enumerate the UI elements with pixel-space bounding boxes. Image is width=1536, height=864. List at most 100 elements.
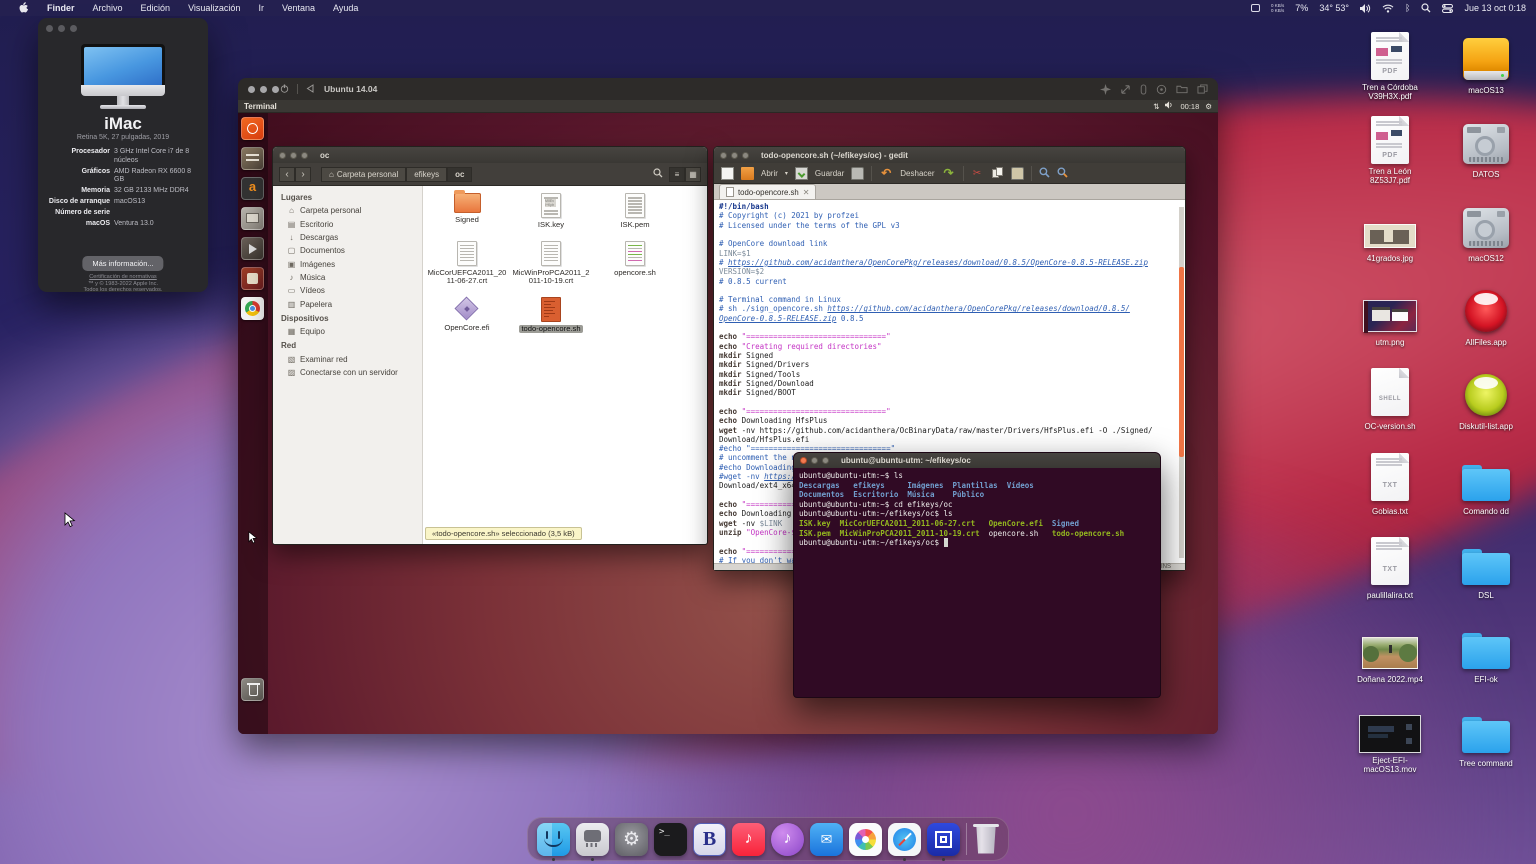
launcher-trash-icon[interactable]	[241, 678, 264, 701]
file-opencore.sh[interactable]: opencore.sh	[593, 236, 677, 292]
sidebar-item-equipo[interactable]: ▦ Equipo	[273, 325, 422, 338]
desktop-icon-do-ana-2022-mp4[interactable]: Doñana 2022.mp4	[1348, 617, 1432, 687]
copy-icon[interactable]	[991, 166, 1004, 180]
window-controls[interactable]	[46, 25, 77, 32]
dock-trash-icon[interactable]	[973, 823, 999, 855]
sidebar-item-vídeos[interactable]: ▭ Vídeos	[273, 284, 422, 297]
desktop-icon-41grados-jpg[interactable]: 41grados.jpg	[1348, 196, 1432, 266]
file-todo-opencore.sh[interactable]: todo-opencore.sh	[509, 292, 593, 340]
apple-menu-icon[interactable]	[10, 2, 38, 14]
icon-view-button[interactable]: ≡	[669, 166, 685, 182]
tab-todo-opencore[interactable]: todo-opencore.sh ✕	[719, 184, 817, 199]
desktop-icon-paulillalira-txt[interactable]: TXT paulillalira.txt	[1348, 533, 1432, 603]
breadcrumb-oc[interactable]: oc	[447, 166, 473, 182]
minimize-button[interactable]	[290, 151, 297, 159]
launcher-chromium-icon[interactable]	[241, 297, 264, 320]
window-buttons[interactable]	[279, 151, 308, 159]
power-icon[interactable]	[280, 80, 289, 98]
sidebar-item-carpeta-personal[interactable]: ⌂ Carpeta personal	[273, 204, 422, 217]
dock-utm-icon[interactable]	[576, 822, 609, 861]
active-app-name[interactable]: Terminal	[244, 102, 277, 111]
usb-icon[interactable]	[1140, 83, 1147, 95]
desktop-icon-tree-command[interactable]: Tree command	[1444, 701, 1528, 771]
sidebar-item-documentos[interactable]: ▢ Documentos	[273, 244, 422, 257]
undo-button[interactable]: Deshacer	[900, 169, 934, 178]
dock-safari-icon[interactable]	[888, 822, 921, 861]
volume-icon[interactable]	[1360, 3, 1371, 13]
dock-settings-icon[interactable]: ⚙	[615, 822, 648, 856]
close-button[interactable]	[720, 151, 727, 159]
dock-mail-icon[interactable]: ✉	[810, 822, 843, 856]
wifi-icon[interactable]	[1382, 4, 1394, 13]
desktop-icon-eject-efi-macos13-mov[interactable]: Eject-EFI-macOS13.mov	[1348, 701, 1432, 777]
dock-bbedit-icon[interactable]: B	[693, 822, 726, 856]
desktop-icon-diskutil-list-app[interactable]: Diskutil-list.app	[1444, 364, 1528, 434]
dock-itunes-icon[interactable]: ♪	[771, 822, 804, 856]
breadcrumb-carpeta-personal[interactable]: ⌂ Carpeta personal	[321, 166, 407, 182]
more-info-button[interactable]: Más información...	[82, 256, 164, 271]
terminal-text-area[interactable]: ubuntu@ubuntu-utm:~$ ls Descargas efikeys…	[794, 468, 1160, 697]
session-gear-icon[interactable]: ⚙	[1205, 102, 1212, 111]
undo-icon[interactable]: ↶	[879, 166, 893, 180]
print-icon[interactable]	[851, 166, 865, 180]
maximize-button[interactable]	[301, 151, 308, 159]
forward-button[interactable]: ›	[295, 166, 311, 182]
desktop-icon-oc-version-sh[interactable]: SHELL OC-version.sh	[1348, 364, 1432, 434]
window-buttons[interactable]	[800, 457, 829, 464]
desktop-icon-allfiles-app[interactable]: AllFiles.app	[1444, 280, 1528, 350]
back-button[interactable]: ‹	[279, 166, 295, 182]
file-signed[interactable]: Signed	[425, 188, 509, 236]
file-micwinpropca2011_2011-10-19.crt[interactable]: MicWinProPCA2011_2011-10-19.crt	[509, 236, 593, 292]
menubar-clock[interactable]: Jue 13 oct 0:18	[1464, 3, 1526, 13]
vm-titlebar[interactable]: Ubuntu 14.04	[238, 78, 1218, 100]
desktop-icon-dsl[interactable]: DSL	[1444, 533, 1528, 603]
file-opencore.efi[interactable]: OpenCore.efi	[425, 292, 509, 340]
open-dropdown-arrow[interactable]: ▾	[785, 170, 788, 177]
close-button[interactable]	[46, 25, 53, 32]
desktop-icon-datos[interactable]: DATOS	[1444, 112, 1528, 182]
save-icon[interactable]	[794, 166, 808, 180]
launcher-ubuntu-icon[interactable]	[241, 117, 264, 140]
minimize-button[interactable]	[731, 151, 738, 159]
control-center-icon[interactable]	[1442, 3, 1454, 13]
nautilus-titlebar[interactable]: oc	[273, 147, 707, 163]
bluetooth-icon[interactable]: ᛒ	[1405, 3, 1410, 13]
panel-clock[interactable]: 00:18	[1180, 102, 1199, 111]
menu-item-ventana[interactable]: Ventana	[273, 3, 324, 13]
dock-music-icon[interactable]: ♪	[732, 822, 765, 856]
launcher-files-icon[interactable]	[241, 147, 264, 170]
utm-menubar-icon[interactable]	[1251, 4, 1261, 12]
menu-item-visualización[interactable]: Visualización	[179, 3, 249, 13]
menu-item-ayuda[interactable]: Ayuda	[324, 3, 367, 13]
gedit-scrollbar-thumb[interactable]	[1179, 267, 1184, 457]
zoom-button[interactable]	[272, 86, 279, 93]
gedit-titlebar[interactable]: todo-opencore.sh (~/efikeys/oc) - gedit	[714, 147, 1185, 163]
paste-icon[interactable]	[1010, 166, 1024, 180]
dock-photos-icon[interactable]	[849, 822, 882, 856]
sidebar-item-examinar-red[interactable]: ▧ Examinar red	[273, 352, 422, 365]
launcher-amazon-icon[interactable]: a	[241, 177, 264, 200]
battery-percent[interactable]: 7%	[1295, 3, 1308, 13]
file-isk.pem[interactable]: ISK.pem	[593, 188, 677, 236]
network-indicator-icon[interactable]: ⇅	[1153, 102, 1159, 111]
desktop-icon-efi-ok[interactable]: EFI-ok	[1444, 617, 1528, 687]
sound-indicator-icon[interactable]	[1165, 101, 1174, 111]
menu-item-edición[interactable]: Edición	[132, 3, 180, 13]
network-speed-indicator[interactable]: 0 KB/s 0 KB/s	[1271, 3, 1284, 13]
search-icon[interactable]	[653, 165, 663, 183]
sidebar-item-imágenes[interactable]: ▣ Imágenes	[273, 258, 422, 271]
list-view-button[interactable]: ▦	[685, 166, 701, 182]
sidebar-item-papelera[interactable]: ▥ Papelera	[273, 298, 422, 311]
minimize-button[interactable]	[58, 25, 65, 32]
minimize-button[interactable]	[260, 86, 267, 93]
zoom-button[interactable]	[70, 25, 77, 32]
launcher-software-icon[interactable]	[241, 267, 264, 290]
desktop-icon-utm-png[interactable]: utm.png	[1348, 280, 1432, 350]
open-button[interactable]: Abrir	[761, 169, 778, 178]
desktop-icon-tren-a-le-n-8z53j7-pdf[interactable]: PDF Tren a León 8Z53J7.pdf	[1348, 112, 1432, 188]
shared-folder-icon[interactable]	[1176, 84, 1188, 94]
dock-terminal-icon[interactable]: >_	[654, 822, 687, 856]
close-button[interactable]	[248, 86, 255, 93]
launcher-photos-icon[interactable]	[241, 207, 264, 230]
sidebar-item-escritorio[interactable]: ▤ Escritorio	[273, 217, 422, 230]
